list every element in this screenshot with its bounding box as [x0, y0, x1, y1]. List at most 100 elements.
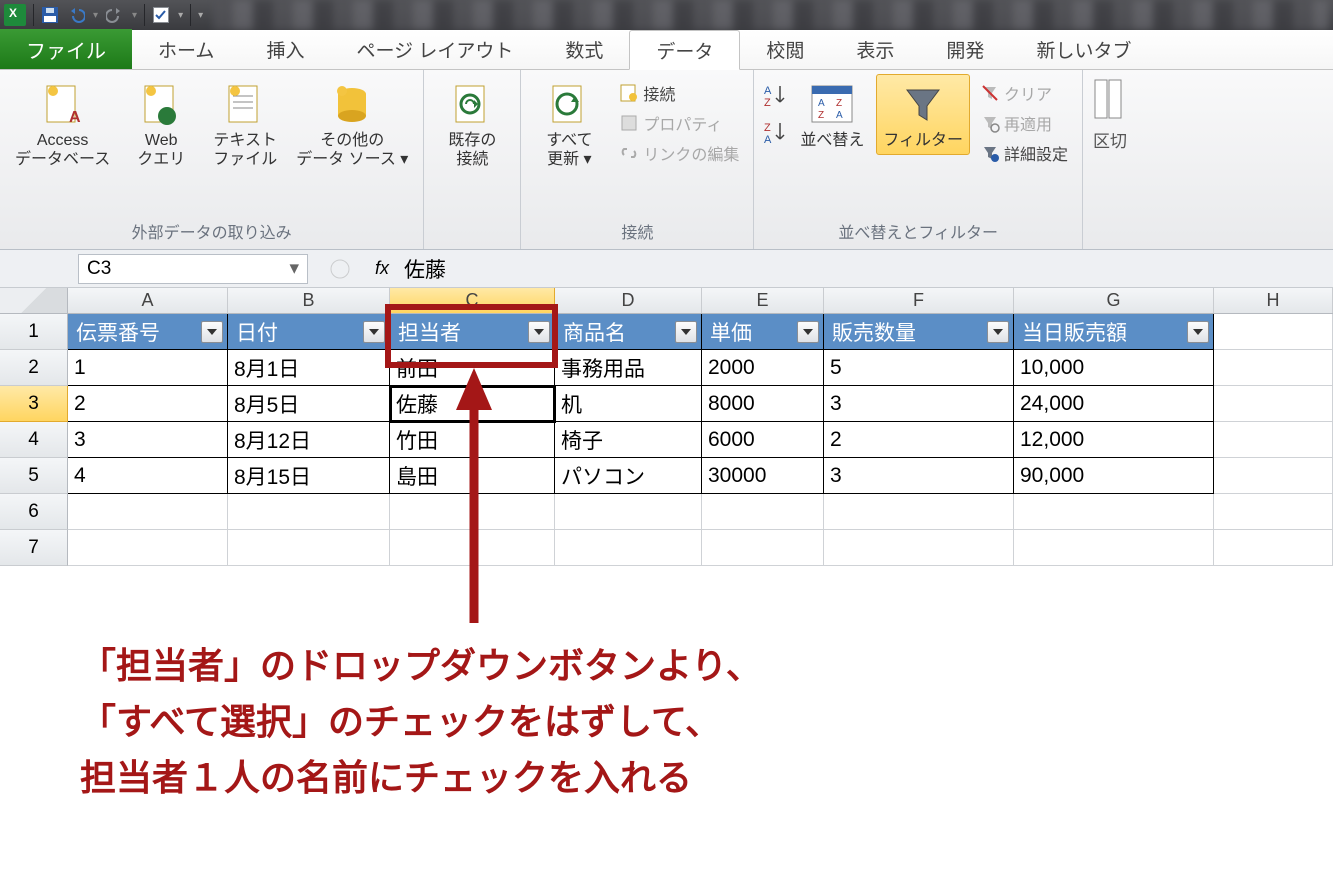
formula-input[interactable] [398, 254, 1333, 284]
worksheet[interactable]: A B C D E F G H 1 伝票番号 日付 担当者 商品名 単価 販売数… [0, 288, 1333, 566]
th-amount[interactable]: 当日販売額 [1014, 314, 1214, 350]
cell[interactable]: 8月12日 [228, 422, 390, 458]
other-sources-button[interactable]: その他の データ ソース ▾ [289, 74, 415, 174]
col-header-E[interactable]: E [702, 288, 824, 313]
qat-save-button[interactable] [39, 4, 61, 26]
row-header-3[interactable]: 3 [0, 386, 68, 422]
row-header-7[interactable]: 7 [0, 530, 68, 566]
clear-filter-button[interactable]: クリア [974, 78, 1074, 108]
cell[interactable] [1214, 458, 1333, 494]
cell[interactable]: 椅子 [555, 422, 702, 458]
cell[interactable]: 竹田 [390, 422, 555, 458]
cell[interactable]: 2 [68, 386, 228, 422]
qat-customize-dropdown[interactable]: ▾ [198, 10, 203, 21]
th-qty[interactable]: 販売数量 [824, 314, 1014, 350]
th-date[interactable]: 日付 [228, 314, 390, 350]
row-header-2[interactable]: 2 [0, 350, 68, 386]
col-header-H[interactable]: H [1214, 288, 1333, 313]
reapply-button[interactable]: 再適用 [974, 108, 1074, 138]
cell[interactable] [68, 494, 228, 530]
col-header-D[interactable]: D [555, 288, 702, 313]
access-db-button[interactable]: A Access データベース [8, 74, 117, 174]
cell[interactable] [1214, 494, 1333, 530]
cell[interactable]: 8000 [702, 386, 824, 422]
review-tab[interactable]: 校閲 [740, 29, 830, 69]
filter-dropdown-icon[interactable] [363, 321, 385, 343]
filter-dropdown-icon[interactable] [528, 321, 550, 343]
cell[interactable] [702, 530, 824, 566]
newtab-tab[interactable]: 新しいタブ [1010, 29, 1157, 69]
cell[interactable]: 30000 [702, 458, 824, 494]
qat-undo-button[interactable] [65, 4, 87, 26]
cell[interactable] [1214, 422, 1333, 458]
formulas-tab[interactable]: 数式 [539, 29, 629, 69]
dropdown-icon[interactable]: ▾ [93, 10, 98, 21]
filter-dropdown-icon[interactable] [797, 321, 819, 343]
existing-connections-button[interactable]: 既存の 接続 [432, 74, 512, 174]
view-tab[interactable]: 表示 [830, 29, 920, 69]
th-slip-number[interactable]: 伝票番号 [68, 314, 228, 350]
web-query-button[interactable]: Web クエリ [121, 74, 201, 174]
cell[interactable] [1014, 530, 1214, 566]
row-header-1[interactable]: 1 [0, 314, 68, 350]
cell[interactable] [390, 530, 555, 566]
cell[interactable] [824, 494, 1014, 530]
name-box[interactable]: C3 ▾ [78, 254, 308, 284]
col-header-C[interactable]: C [390, 288, 555, 313]
cell[interactable]: 3 [824, 386, 1014, 422]
cell[interactable]: 事務用品 [555, 350, 702, 386]
cell[interactable]: パソコン [555, 458, 702, 494]
cell[interactable]: 前田 [390, 350, 555, 386]
cell[interactable]: 8月1日 [228, 350, 390, 386]
cell[interactable] [68, 530, 228, 566]
advanced-filter-button[interactable]: 詳細設定 [974, 138, 1074, 168]
cell[interactable]: 8月5日 [228, 386, 390, 422]
cell[interactable] [228, 530, 390, 566]
filter-dropdown-icon[interactable] [987, 321, 1009, 343]
col-header-A[interactable]: A [68, 288, 228, 313]
select-all-corner[interactable] [0, 288, 68, 313]
cell[interactable] [702, 494, 824, 530]
cell[interactable]: 3 [68, 422, 228, 458]
col-header-G[interactable]: G [1014, 288, 1214, 313]
cell[interactable]: 8月15日 [228, 458, 390, 494]
dropdown-icon[interactable]: ▾ [178, 10, 183, 21]
cell-selected[interactable]: 佐藤 [390, 386, 555, 422]
fx-icon[interactable]: fx [370, 258, 394, 279]
th-product[interactable]: 商品名 [555, 314, 702, 350]
cell[interactable]: 2000 [702, 350, 824, 386]
cell[interactable] [555, 494, 702, 530]
cell[interactable]: 4 [68, 458, 228, 494]
insert-tab[interactable]: 挿入 [240, 29, 330, 69]
filter-button[interactable]: フィルター [876, 74, 970, 155]
refresh-all-button[interactable]: すべて 更新 ▾ [529, 74, 609, 174]
sort-button[interactable]: AZZA 並べ替え [792, 74, 872, 155]
cell[interactable] [1214, 314, 1333, 350]
text-file-button[interactable]: テキスト ファイル [205, 74, 285, 174]
properties-button[interactable]: プロパティ [613, 108, 745, 138]
dropdown-icon[interactable]: ▾ [289, 257, 299, 280]
cell[interactable] [1214, 386, 1333, 422]
dropdown-icon[interactable]: ▾ [132, 10, 137, 21]
data-tab[interactable]: データ [629, 30, 740, 70]
cell[interactable]: 2 [824, 422, 1014, 458]
cell[interactable]: 90,000 [1014, 458, 1214, 494]
qat-redo-button[interactable] [104, 4, 126, 26]
cell[interactable] [1014, 494, 1214, 530]
qat-checkbox[interactable] [150, 4, 172, 26]
filter-dropdown-icon[interactable] [675, 321, 697, 343]
cell[interactable]: 机 [555, 386, 702, 422]
edit-links-button[interactable]: リンクの編集 [613, 138, 745, 168]
col-header-F[interactable]: F [824, 288, 1014, 313]
th-unit-price[interactable]: 単価 [702, 314, 824, 350]
connections-button[interactable]: 接続 [613, 78, 745, 108]
cell[interactable] [1214, 350, 1333, 386]
cell[interactable] [390, 494, 555, 530]
filter-dropdown-icon[interactable] [1187, 321, 1209, 343]
sort-asc-button[interactable]: AZ [762, 82, 788, 113]
cell[interactable] [1214, 530, 1333, 566]
pagelayout-tab[interactable]: ページ レイアウト [330, 29, 539, 69]
row-header-6[interactable]: 6 [0, 494, 68, 530]
filter-dropdown-icon[interactable] [201, 321, 223, 343]
sort-desc-button[interactable]: ZA [762, 119, 788, 150]
